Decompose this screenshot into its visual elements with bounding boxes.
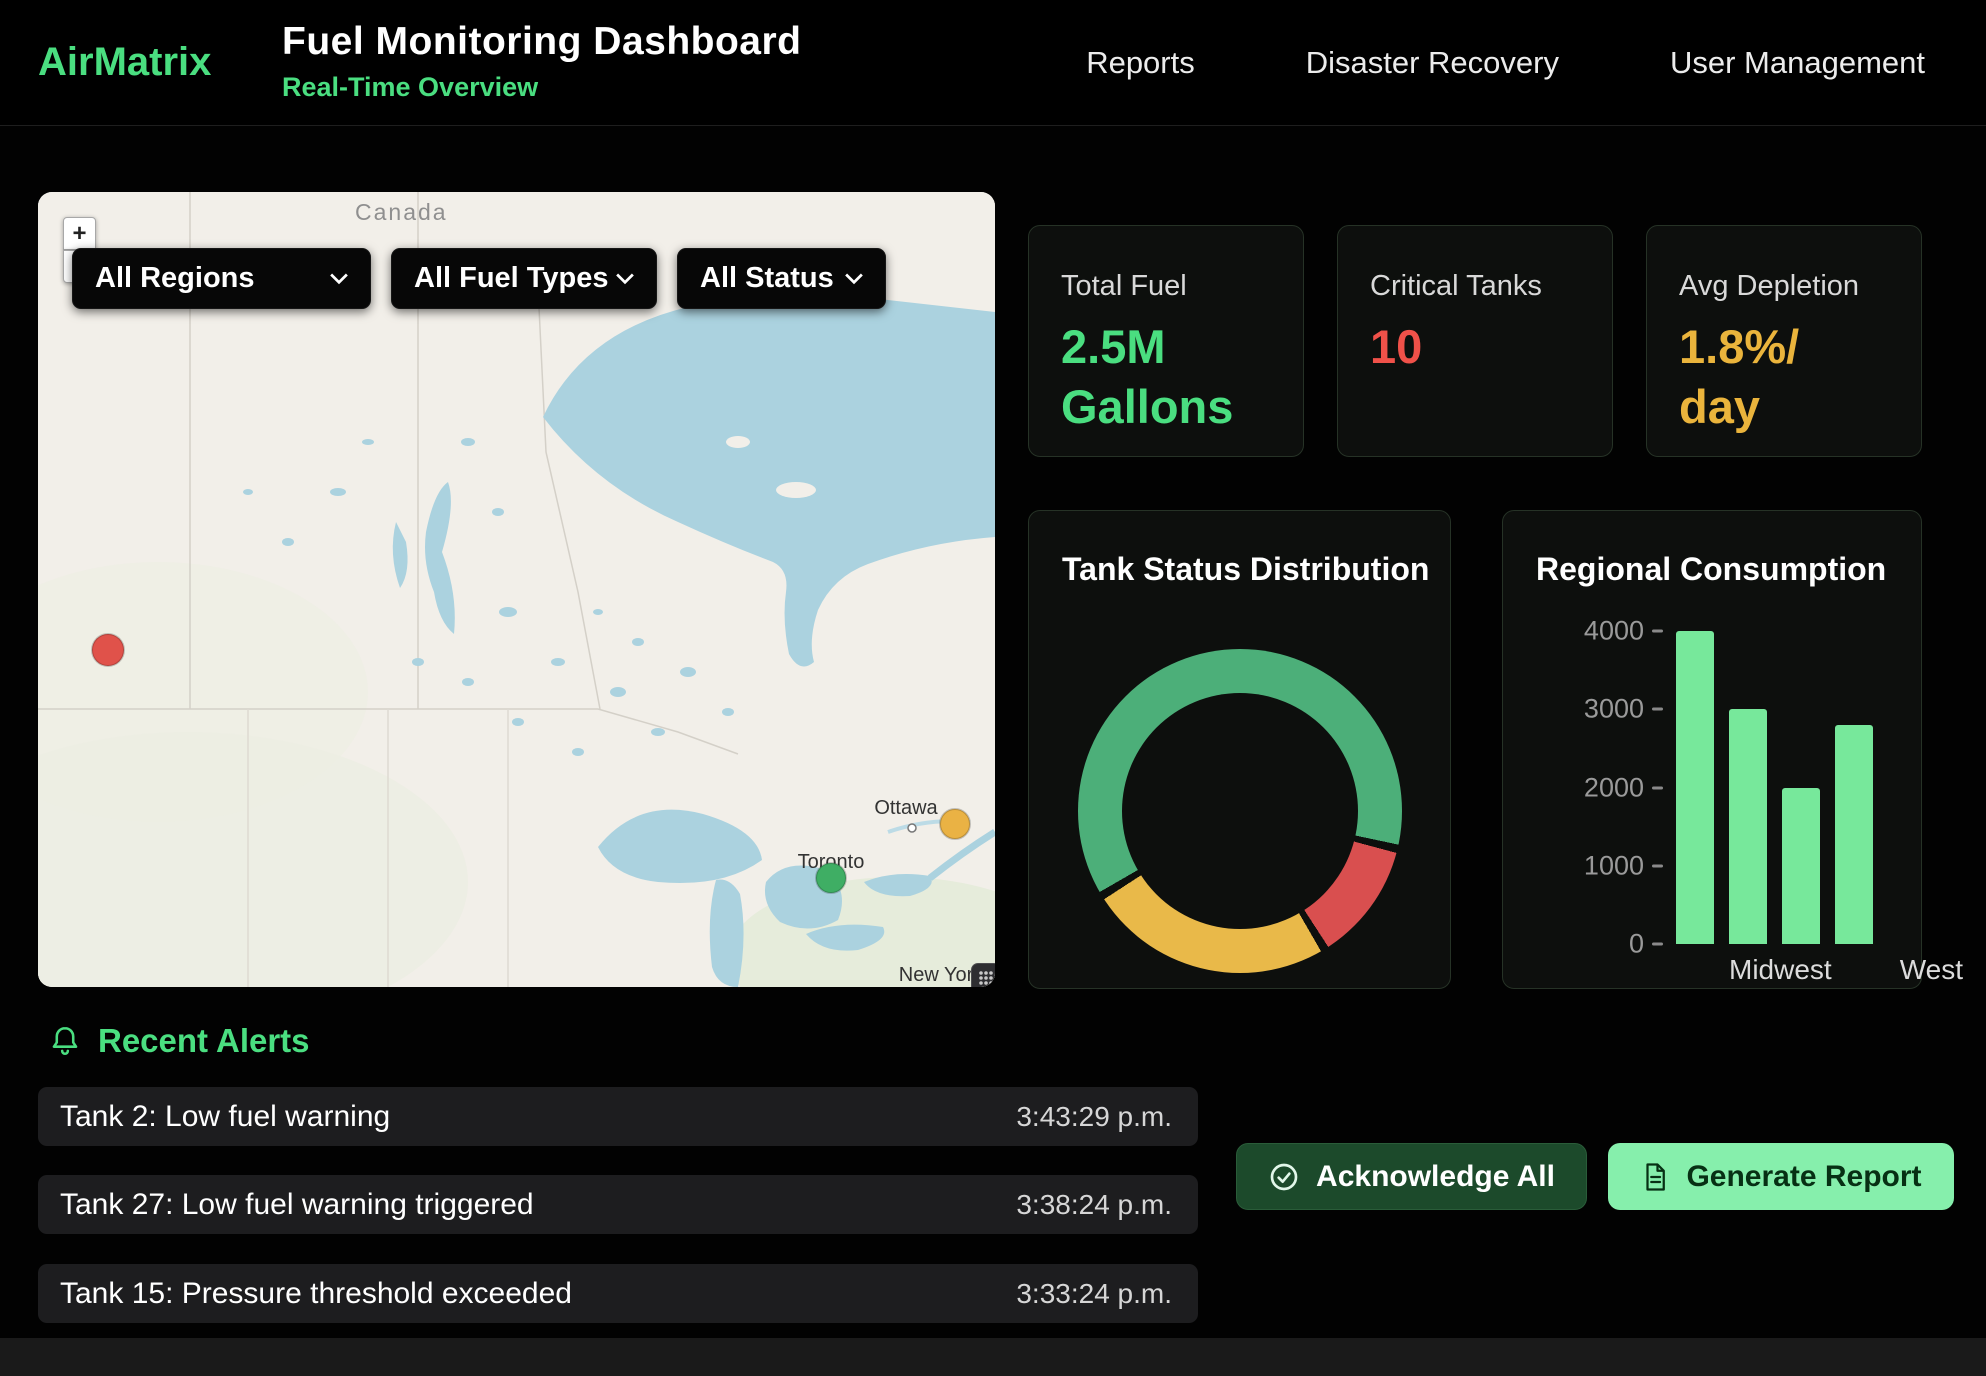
- bar-xlabel-2: [1847, 954, 1885, 986]
- warning-tank-marker[interactable]: [940, 809, 970, 839]
- alert-time: 3:38:24 p.m.: [1016, 1189, 1172, 1221]
- acknowledge-all-button[interactable]: Acknowledge All: [1236, 1143, 1587, 1210]
- check-circle-icon: [1268, 1161, 1300, 1193]
- fuel-type-filter-select[interactable]: All Fuel Types: [391, 248, 657, 309]
- bar-xlabel-3: West: [1900, 954, 1963, 986]
- alert-row[interactable]: Tank 27: Low fuel warning triggered 3:38…: [38, 1175, 1198, 1234]
- main-nav: Reports Disaster Recovery User Managemen…: [1086, 0, 1925, 126]
- bar-1: [1729, 709, 1767, 944]
- stat-label: Avg Depletion: [1679, 270, 1889, 303]
- alert-text: Tank 2: Low fuel warning: [60, 1100, 390, 1134]
- recent-alerts-heading: Recent Alerts: [48, 1022, 310, 1060]
- bar-2: [1782, 788, 1820, 945]
- bell-icon: [48, 1024, 82, 1058]
- ottawa-city-dot: [908, 824, 916, 832]
- bar-yaxis: 01000200030004000: [1531, 631, 1663, 944]
- map[interactable]: Canada Ottawa Toronto New York + − All R…: [38, 192, 995, 987]
- basemap: Canada Ottawa Toronto New York: [38, 192, 995, 987]
- stat-card-total-fuel: Total Fuel 2.5MGallons: [1028, 225, 1304, 457]
- status-filter-select[interactable]: All Status: [677, 248, 886, 309]
- chevron-down-icon: [616, 273, 634, 285]
- map-resize-grip[interactable]: [971, 963, 995, 987]
- stat-value: 2.5MGallons: [1061, 317, 1271, 437]
- y-tick-4000: 4000: [1531, 616, 1663, 647]
- generate-report-label: Generate Report: [1686, 1160, 1921, 1194]
- header: AirMatrix Fuel Monitoring Dashboard Real…: [0, 0, 1986, 126]
- bar-3: [1835, 725, 1873, 944]
- tank-status-distribution-card: Tank Status Distribution: [1028, 510, 1451, 989]
- y-tick-0: 0: [1531, 929, 1663, 960]
- alert-row[interactable]: Tank 2: Low fuel warning 3:43:29 p.m.: [38, 1087, 1198, 1146]
- recent-alerts-title: Recent Alerts: [98, 1022, 310, 1060]
- status-filter-value: All Status: [700, 262, 834, 295]
- donut-hole: [1122, 693, 1358, 929]
- alert-time: 3:43:29 p.m.: [1016, 1101, 1172, 1133]
- bar-xlabel-0: [1676, 954, 1714, 986]
- grip-dots-icon: [977, 969, 995, 987]
- document-icon: [1640, 1162, 1670, 1192]
- page-title: Fuel Monitoring Dashboard: [282, 20, 801, 64]
- chevron-down-icon: [330, 273, 348, 285]
- fuel-type-filter-value: All Fuel Types: [414, 262, 608, 295]
- map-label-canada: Canada: [355, 199, 448, 225]
- acknowledge-all-label: Acknowledge All: [1316, 1160, 1555, 1194]
- stat-card-avg-depletion: Avg Depletion 1.8%/day: [1646, 225, 1922, 457]
- chart-title: Regional Consumption: [1536, 551, 1886, 588]
- y-tick-3000: 3000: [1531, 694, 1663, 725]
- stat-card-critical-tanks: Critical Tanks 10: [1337, 225, 1613, 457]
- bar-0: [1676, 631, 1714, 944]
- page-subtitle: Real-Time Overview: [282, 72, 801, 103]
- donut-chart: [1078, 649, 1402, 973]
- alert-text: Tank 27: Low fuel warning triggered: [60, 1188, 534, 1222]
- chart-title: Tank Status Distribution: [1062, 551, 1429, 588]
- bar-xlabels: MidwestWest: [1676, 954, 1876, 986]
- bar-plot: [1676, 631, 1876, 944]
- generate-report-button[interactable]: Generate Report: [1608, 1143, 1954, 1210]
- bar-xlabel-1: Midwest: [1729, 954, 1832, 986]
- normal-tank-marker[interactable]: [816, 863, 846, 893]
- map-filter-bar: All Regions All Fuel Types All Status: [72, 248, 886, 309]
- stat-label: Critical Tanks: [1370, 270, 1580, 303]
- region-filter-value: All Regions: [95, 262, 255, 295]
- brand-logo: AirMatrix: [38, 40, 211, 85]
- stat-value: 10: [1370, 317, 1580, 377]
- alert-text: Tank 15: Pressure threshold exceeded: [60, 1277, 572, 1311]
- stat-label: Total Fuel: [1061, 270, 1271, 303]
- title-block: Fuel Monitoring Dashboard Real-Time Over…: [282, 20, 801, 103]
- region-filter-select[interactable]: All Regions: [72, 248, 371, 309]
- alert-time: 3:33:24 p.m.: [1016, 1278, 1172, 1310]
- y-tick-2000: 2000: [1531, 772, 1663, 803]
- footer-bar: [0, 1338, 1986, 1376]
- map-label-ottawa: Ottawa: [874, 797, 938, 819]
- fuel-monitoring-dashboard: AirMatrix Fuel Monitoring Dashboard Real…: [0, 0, 1986, 1376]
- regional-consumption-card: Regional Consumption 0 1000 2000 3000 4000 M…: [1502, 510, 1922, 989]
- y-tick-1000: 1000: [1531, 850, 1663, 881]
- map-zoom-in-button[interactable]: +: [63, 217, 96, 250]
- stat-value: 1.8%/day: [1679, 317, 1889, 437]
- chevron-down-icon: [845, 273, 863, 285]
- alert-row[interactable]: Tank 15: Pressure threshold exceeded 3:3…: [38, 1264, 1198, 1323]
- critical-tank-marker[interactable]: [92, 634, 124, 666]
- nav-item-disaster-recovery[interactable]: Disaster Recovery: [1306, 45, 1559, 81]
- nav-item-reports[interactable]: Reports: [1086, 45, 1195, 81]
- nav-item-user-management[interactable]: User Management: [1670, 45, 1925, 81]
